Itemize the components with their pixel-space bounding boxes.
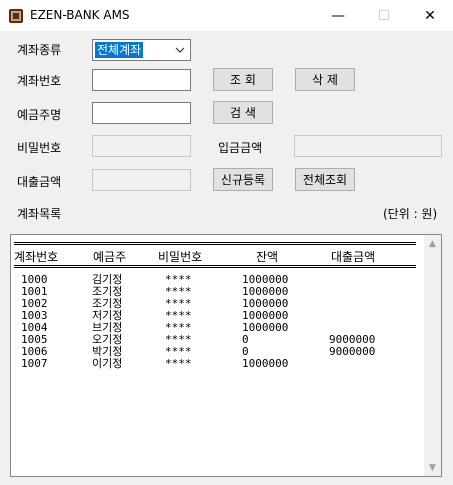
register-button[interactable]: 신규등록	[213, 168, 273, 191]
app-icon	[9, 9, 23, 23]
deposit-input[interactable]	[294, 135, 442, 157]
lookup-all-button[interactable]: 전체조회	[295, 168, 355, 191]
account-list-content: 계좌번호 예금주 비밀번호 잔액 대출금액 1000 김기정 **** 1000…	[13, 237, 423, 474]
scroll-down-button[interactable]: ▼	[424, 459, 441, 476]
header-top-rule	[14, 242, 416, 245]
row-balance: 1000000	[242, 357, 289, 370]
delete-button[interactable]: 삭 제	[295, 68, 355, 91]
chevron-down-icon: ▼	[429, 462, 436, 473]
close-button[interactable]: ✕	[407, 0, 453, 31]
account-type-label: 계좌종류	[17, 43, 62, 57]
header-account-no: 계좌번호	[14, 250, 59, 264]
row-account-no: 1007	[21, 357, 48, 370]
window-title: EZEN-BANK AMS	[30, 8, 130, 22]
scroll-up-button[interactable]: ▲	[424, 235, 441, 252]
account-type-select[interactable]: 전체계좌	[92, 39, 191, 61]
minimize-button[interactable]: —	[315, 0, 361, 31]
chevron-down-icon	[175, 47, 185, 53]
minimize-icon: —	[331, 7, 345, 24]
lookup-button[interactable]: 조 회	[213, 68, 273, 91]
account-listbox[interactable]: 계좌번호 예금주 비밀번호 잔액 대출금액 1000 김기정 **** 1000…	[10, 234, 442, 477]
header-owner: 예금주	[93, 250, 127, 264]
account-no-label: 계좌번호	[17, 74, 62, 88]
loan-input[interactable]	[92, 169, 191, 191]
deposit-label: 입금금액	[218, 141, 263, 155]
header-balance: 잔액	[256, 250, 279, 264]
password-input[interactable]	[92, 135, 191, 157]
row-password: ****	[165, 357, 192, 370]
search-button[interactable]: 검 색	[213, 101, 273, 124]
maximize-icon: ☐	[377, 7, 391, 24]
row-owner: 이기정	[92, 357, 123, 370]
unit-label: (단위 : 원)	[383, 207, 438, 221]
owner-label: 예금주명	[17, 108, 62, 122]
header-bottom-rule	[14, 265, 416, 268]
account-list-label: 계좌목록	[17, 207, 62, 221]
row-balance: 1000000	[242, 321, 289, 334]
account-type-selected-value: 전체계좌	[95, 42, 144, 58]
password-label: 비밀번호	[17, 141, 62, 155]
vertical-scrollbar[interactable]: ▲ ▼	[424, 235, 441, 476]
loan-label: 대출금액	[17, 175, 62, 189]
maximize-button: ☐	[361, 0, 407, 31]
close-icon: ✕	[424, 7, 436, 24]
owner-input[interactable]	[92, 102, 191, 124]
title-bar: EZEN-BANK AMS — ☐ ✕	[0, 0, 453, 31]
header-loan: 대출금액	[331, 250, 376, 264]
chevron-up-icon: ▲	[429, 238, 436, 249]
row-loan: 9000000	[329, 345, 376, 358]
header-password: 비밀번호	[158, 250, 203, 264]
account-no-input[interactable]	[92, 69, 191, 91]
